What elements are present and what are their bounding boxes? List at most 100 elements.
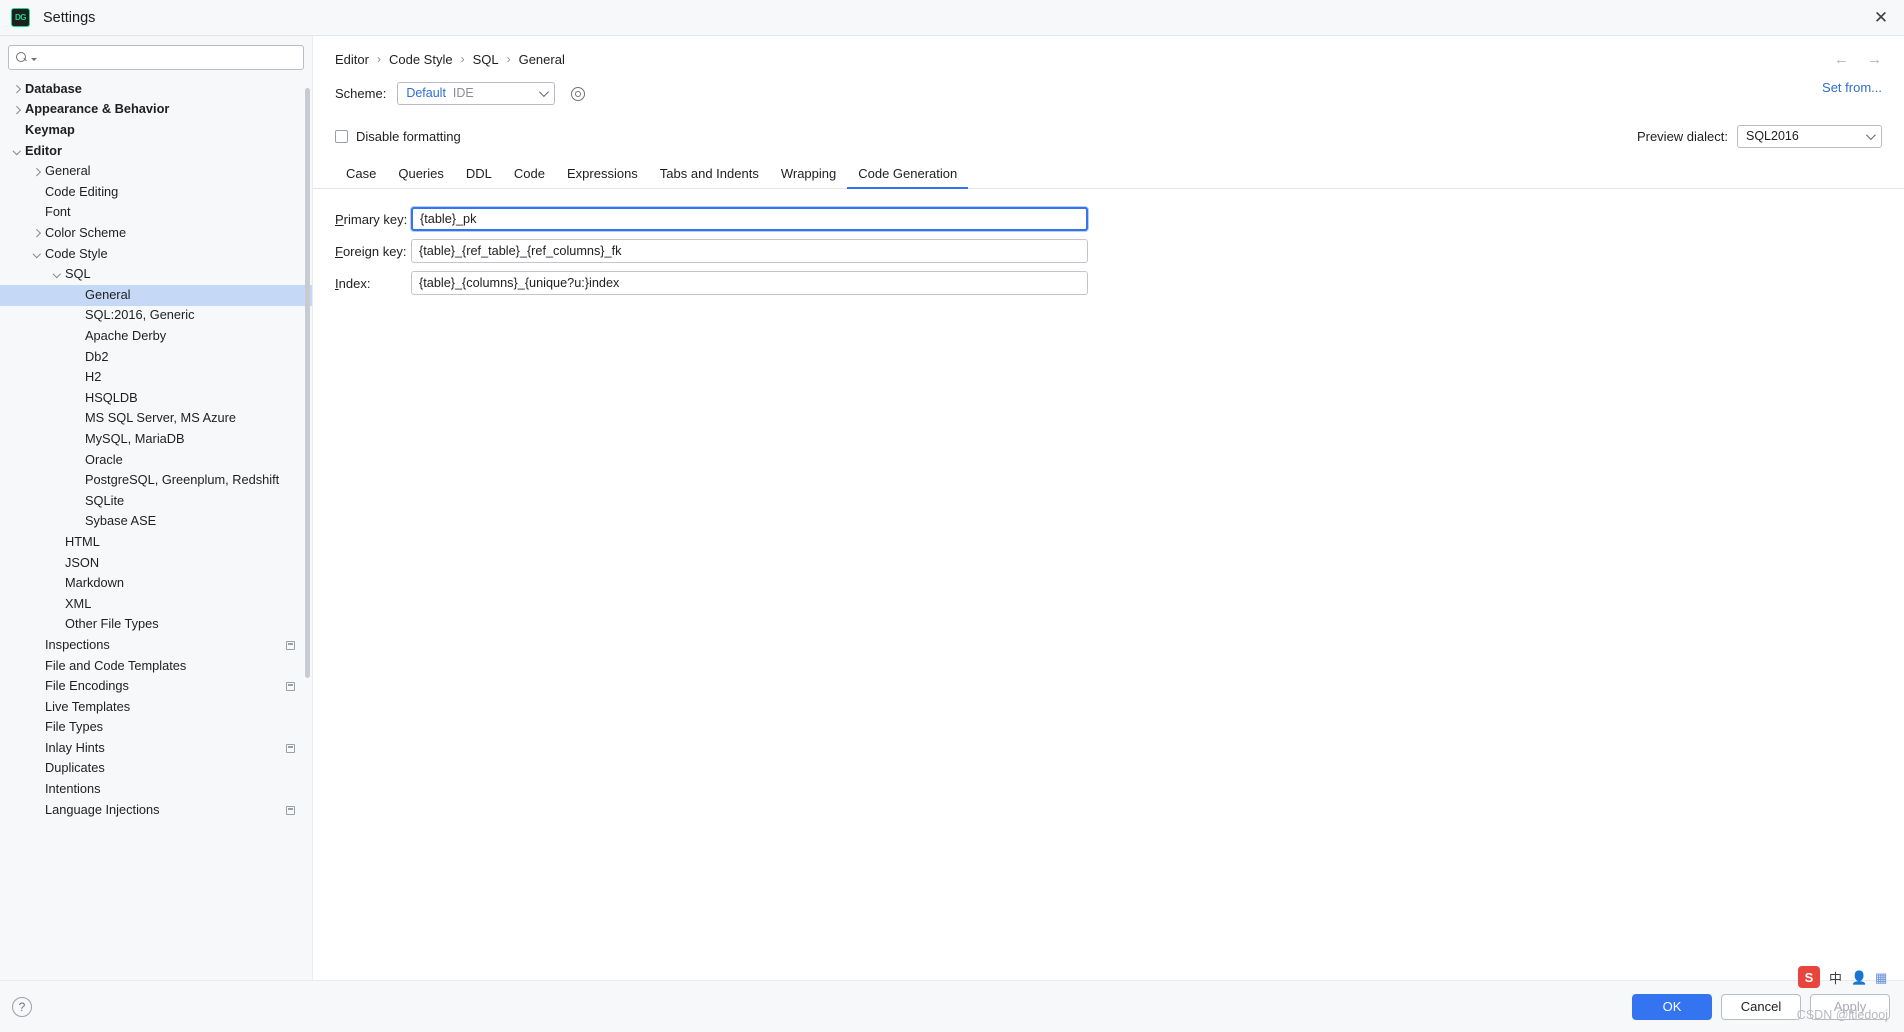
close-icon[interactable]: ✕ [1858,0,1904,36]
search-box[interactable] [8,45,304,70]
tab-queries[interactable]: Queries [387,166,455,188]
chevron-right-icon[interactable] [11,84,22,95]
sidebar-item-label: Keymap [25,122,75,138]
project-scope-icon [286,805,295,815]
sidebar-item-json[interactable]: JSON [0,553,312,574]
chevron-down-icon [1865,129,1876,140]
nav-forward-icon[interactable]: → [1867,51,1882,68]
search-input[interactable] [41,50,296,65]
sidebar-item-sql[interactable]: SQL [0,264,312,285]
sidebar-item-sybase-ase[interactable]: Sybase ASE [0,511,312,532]
search-icon [16,51,29,64]
sidebar-item-mysql-mariadb[interactable]: MySQL, MariaDB [0,429,312,450]
sidebar-item-label: Apache Derby [85,328,167,344]
settings-tree: Database Appearance & Behavior Keymap Edito… [0,77,312,980]
sidebar-item-file-types[interactable]: File Types [0,717,312,738]
field-label-text: ndex: [338,275,371,291]
sidebar-scrollbar[interactable] [305,88,310,678]
tab-case[interactable]: Case [335,166,387,188]
scheme-dropdown[interactable]: Default IDE [397,81,556,105]
sidebar-item-file-and-code-templates[interactable]: File and Code Templates [0,656,312,677]
tab-code[interactable]: Code [503,166,556,188]
chevron-down-icon [539,86,550,97]
grid-icon[interactable]: ▦ [1875,970,1890,985]
gear-icon[interactable] [570,86,586,101]
disable-formatting-checkbox[interactable] [335,129,348,143]
sidebar-item-markdown[interactable]: Markdown [0,573,312,594]
sidebar-item-inspections[interactable]: Inspections [0,635,312,656]
chevron-down-icon[interactable] [31,249,42,260]
user-icon[interactable]: 👤 [1851,970,1867,985]
chevron-down-icon [31,58,37,61]
sidebar-item-db2[interactable]: Db2 [0,347,312,368]
sidebar-item-apache-derby[interactable]: Apache Derby [0,326,312,347]
field-input-rimary-key[interactable] [411,207,1088,231]
sogou-logo-icon[interactable]: S [1797,966,1820,988]
tab-tabs-and-indents[interactable]: Tabs and Indents [649,166,770,188]
sidebar-item-inlay-hints[interactable]: Inlay Hints [0,738,312,759]
sidebar-item-database[interactable]: Database [0,79,312,100]
settings-dialog: DG Settings ✕ Database Appearance & Behav… [0,0,1904,1032]
sidebar-item-duplicates[interactable]: Duplicates [0,759,312,780]
sidebar-item-general[interactable]: General [0,284,312,306]
sidebar-item-appearance-behavior[interactable]: Appearance & Behavior [0,100,312,121]
chevron-down-icon[interactable] [51,269,62,280]
breadcrumb-item-0[interactable]: Editor [335,52,369,67]
sidebar-item-editor[interactable]: Editor [0,141,312,162]
watermark: CSDN @ltledooj [1796,1008,1888,1022]
chevron-right-icon[interactable] [31,166,42,177]
tab-wrapping[interactable]: Wrapping [770,166,847,188]
sidebar-item-language-injections[interactable]: Language Injections [0,800,312,821]
sidebar-item-label: Database [25,80,82,96]
sidebar-item-intentions[interactable]: Intentions [0,779,312,800]
nav-back-icon[interactable]: ← [1834,51,1849,68]
breadcrumb-item-1[interactable]: Code Style [389,52,453,67]
sidebar-item-file-encodings[interactable]: File Encodings [0,676,312,697]
sidebar-item-sqlite[interactable]: SQLite [0,491,312,512]
sidebar-item-html[interactable]: HTML [0,532,312,553]
sidebar-item-ms-sql-server-ms-azure[interactable]: MS SQL Server, MS Azure [0,409,312,430]
help-icon[interactable]: ? [12,996,32,1017]
sidebar-item-h2[interactable]: H2 [0,367,312,388]
chevron-right-icon[interactable] [31,228,42,239]
ok-button[interactable]: OK [1632,993,1712,1020]
tab-code-generation[interactable]: Code Generation [847,166,969,189]
sidebar-item-code-style[interactable]: Code Style [0,244,312,265]
sidebar-item-label: Markdown [65,575,125,591]
field-label-text: rimary key: [343,211,408,227]
sidebar-item-label: Appearance & Behavior [25,101,170,117]
sidebar-item-postgresql-greenplum-redshift[interactable]: PostgreSQL, Greenplum, Redshift [0,470,312,491]
breadcrumb-item-2[interactable]: SQL [473,52,499,67]
sidebar-item-xml[interactable]: XML [0,594,312,615]
sidebar-item-color-scheme[interactable]: Color Scheme [0,223,312,244]
cancel-button[interactable]: Cancel [1721,993,1801,1020]
sidebar-item-live-templates[interactable]: Live Templates [0,697,312,718]
sidebar-item-code-editing[interactable]: Code Editing [0,182,312,203]
chevron-down-icon[interactable] [11,146,22,157]
sidebar-item-general[interactable]: General [0,161,312,182]
sidebar-item-oracle[interactable]: Oracle [0,450,312,471]
ime-mode-indicator[interactable]: 中 [1829,968,1842,987]
project-scope-icon [286,640,295,650]
field-input-oreign-key[interactable] [411,239,1088,263]
sidebar-item-keymap[interactable]: Keymap [0,120,312,141]
breadcrumb-item-3[interactable]: General [519,52,565,67]
tab-expressions[interactable]: Expressions [556,166,649,188]
tab-ddl[interactable]: DDL [455,166,503,188]
preview-dialect-value: SQL2016 [1746,129,1799,143]
set-from-link[interactable]: Set from... [1822,80,1882,95]
sidebar-item-hsqldb[interactable]: HSQLDB [0,388,312,409]
preview-dialect-dropdown[interactable]: SQL2016 [1737,124,1882,148]
sidebar-item-sql-2016-generic[interactable]: SQL:2016, Generic [0,306,312,327]
chevron-right-icon[interactable] [11,104,22,115]
sidebar-item-label: H2 [85,369,102,385]
field-input-ndex[interactable] [411,271,1088,295]
sidebar-item-other-file-types[interactable]: Other File Types [0,614,312,635]
sidebar-item-font[interactable]: Font [0,203,312,224]
